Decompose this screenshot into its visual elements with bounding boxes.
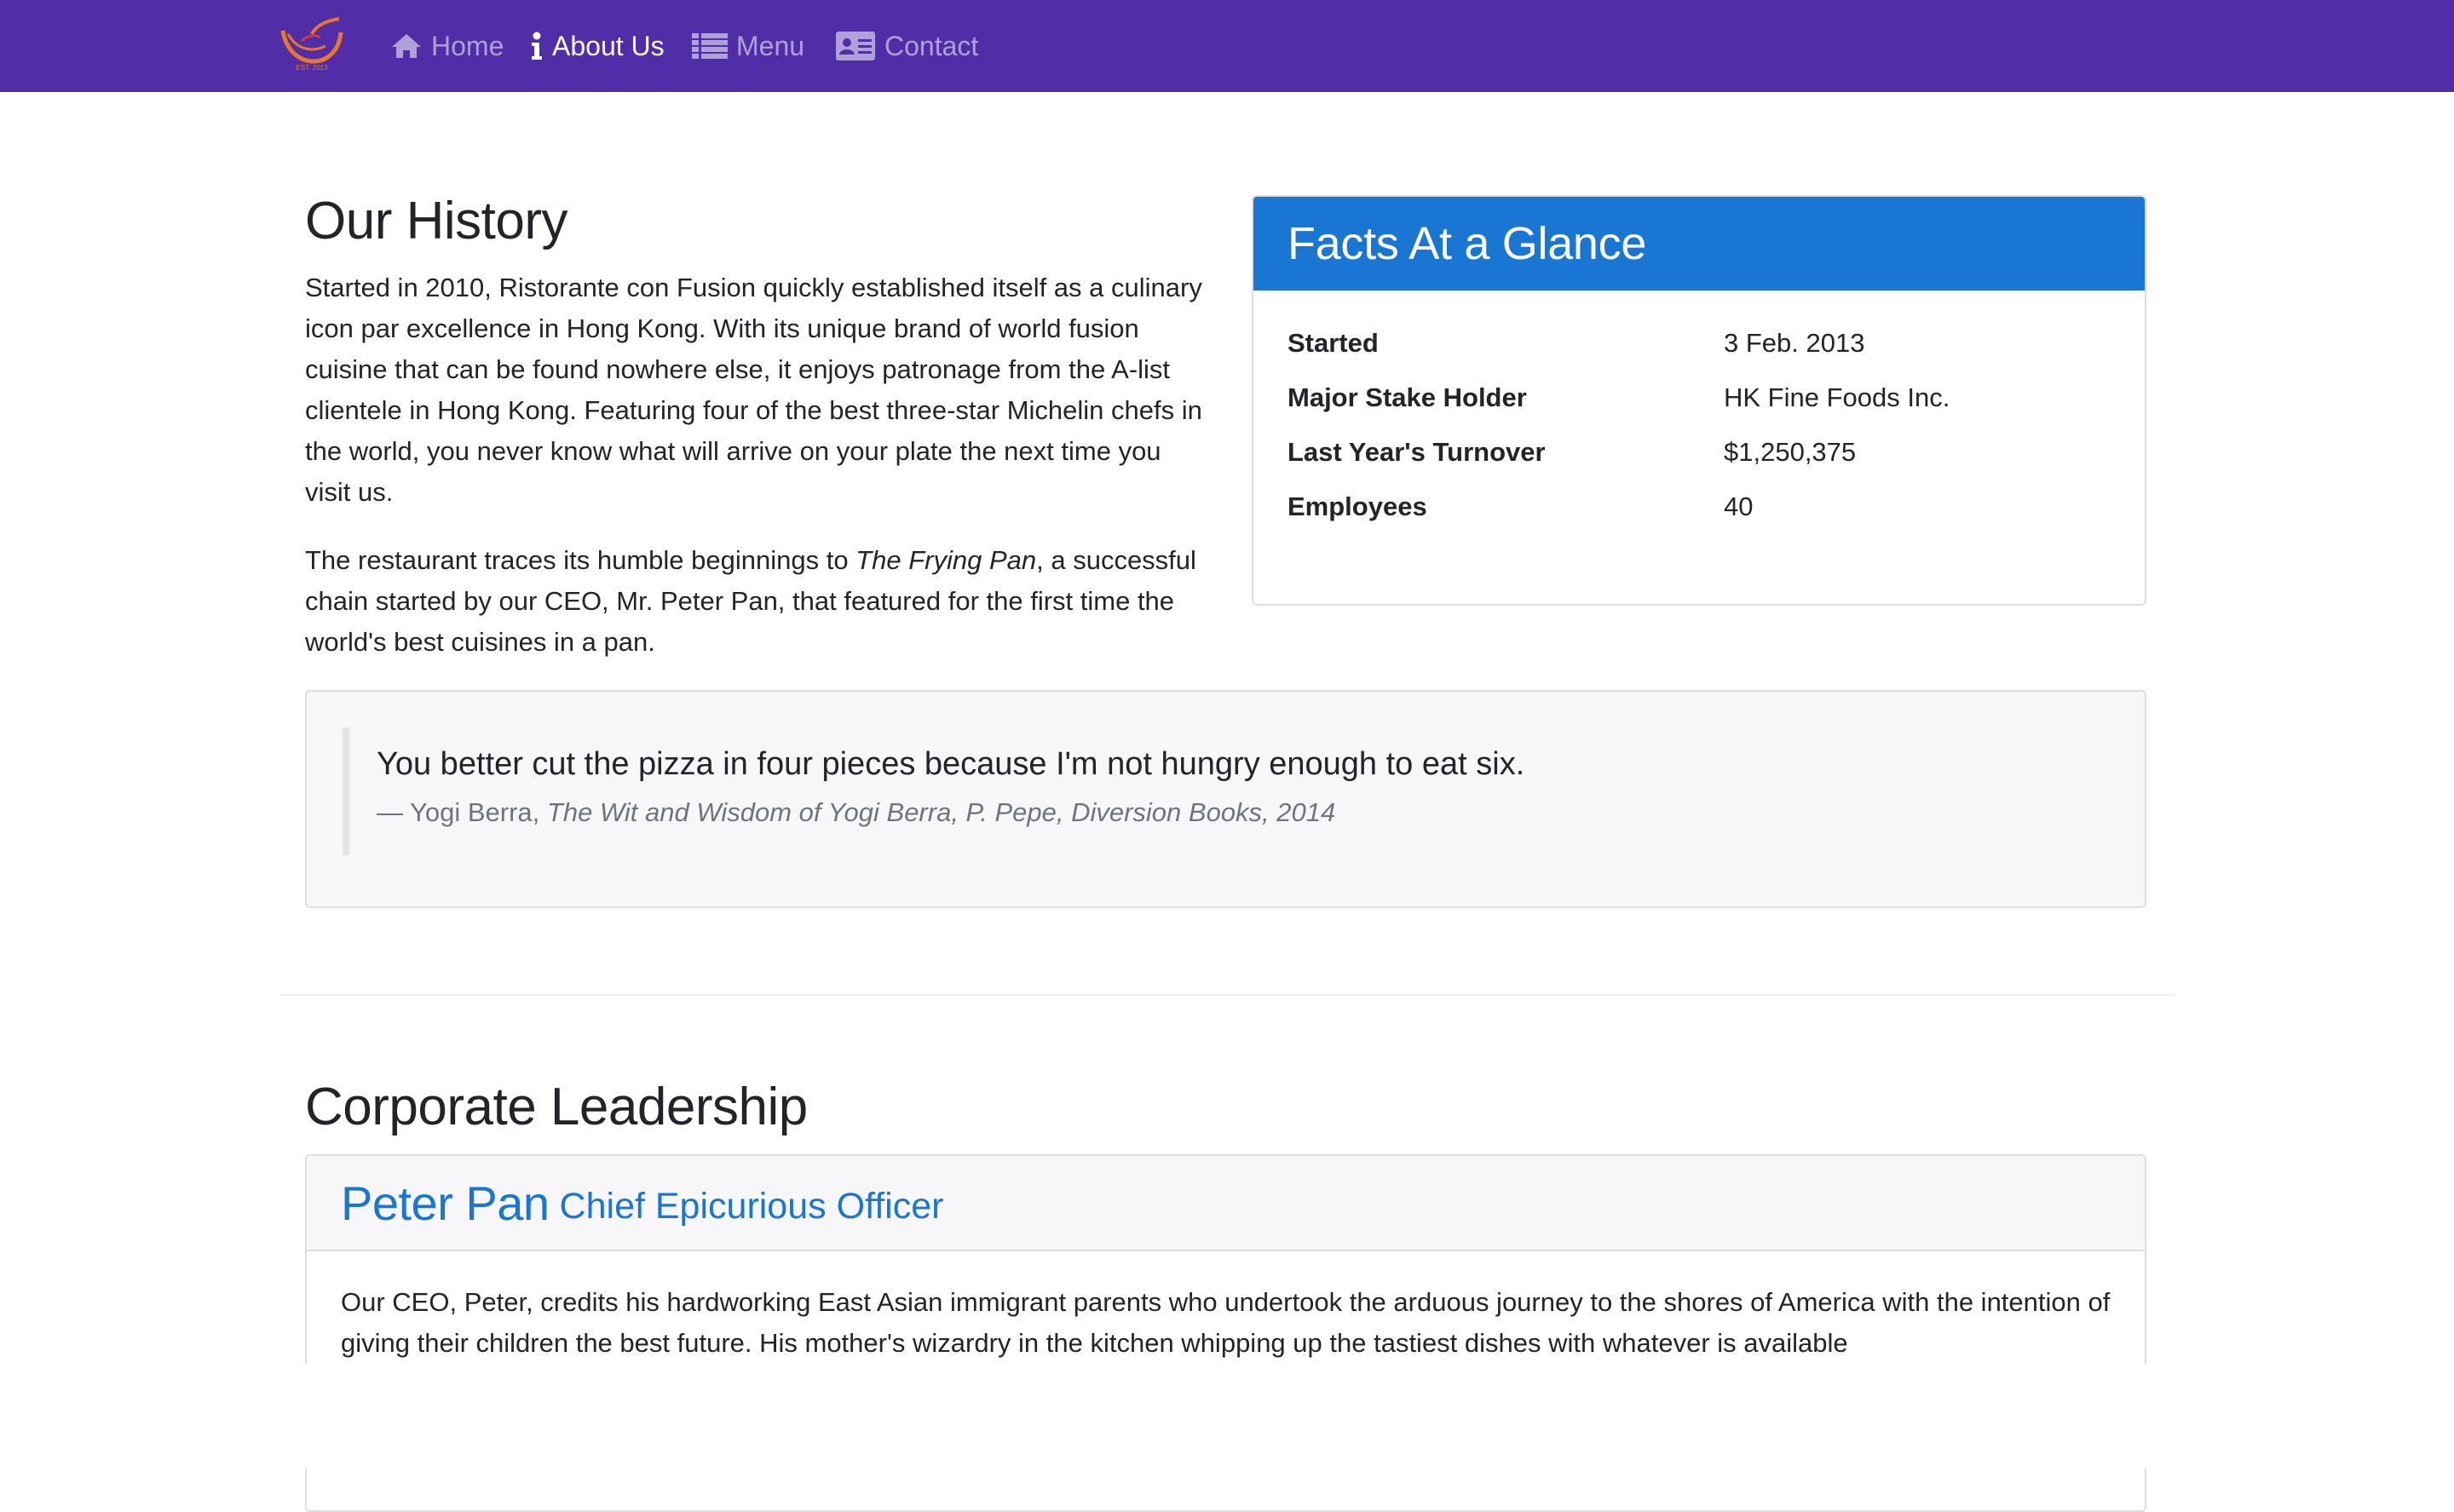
address-card-icon (835, 31, 876, 61)
leader-role: Chief Epicurious Officer (559, 1185, 944, 1227)
restaurant-logo[interactable]: EST. 2013 (278, 15, 346, 73)
nav-label-contact: Contact (884, 30, 979, 61)
quote-author: — Yogi Berra, (377, 797, 547, 827)
info-icon (530, 32, 544, 60)
svg-text:EST. 2013: EST. 2013 (297, 64, 328, 72)
leader-bio: Our CEO, Peter, credits his hardworking … (341, 1287, 2111, 1358)
nav-label-about-us: About Us (552, 30, 665, 61)
home-icon (390, 32, 423, 60)
history-heading: Our History (305, 192, 567, 250)
quote-text: You better cut the pizza in four pieces … (377, 746, 1525, 782)
leader-name: Peter Pan (341, 1176, 550, 1230)
facts-row: Started 3 Feb. 2013 (1287, 328, 2123, 362)
leader-card-header: Peter Pan Chief Epicurious Officer (307, 1156, 2145, 1251)
navbar: EST. 2013 Home About Us Menu Contact (0, 0, 2454, 92)
facts-row: Last Year's Turnover $1,250,375 (1287, 437, 2123, 471)
facts-label: Employees (1287, 492, 1427, 521)
quote-footer: — Yogi Berra, The Wit and Wisdom of Yogi… (377, 797, 1335, 828)
quote-card: You better cut the pizza in four pieces … (305, 690, 2146, 908)
facts-value: $1,250,375 (1724, 437, 1857, 467)
quote-source: The Wit and Wisdom of Yogi Berra, P. Pep… (546, 797, 1336, 827)
nav-label-menu: Menu (736, 30, 805, 61)
history-paragraph-1: Started in 2010, Ristorante con Fusion q… (305, 273, 1202, 507)
list-icon (692, 32, 728, 60)
facts-row: Major Stake Holder HK Fine Foods Inc. (1287, 382, 2123, 417)
facts-card: Facts At a Glance Started 3 Feb. 2013 Ma… (1252, 195, 2146, 606)
blockquote-border (343, 727, 349, 855)
history-paragraph-2-start: The restaurant traces its humble beginni… (305, 545, 856, 575)
facts-label: Major Stake Holder (1287, 382, 1527, 412)
viewport-bottom (0, 1365, 2454, 1469)
facts-card-title: Facts At a Glance (1253, 197, 2145, 290)
facts-value: HK Fine Foods Inc. (1724, 382, 1950, 412)
leadership-heading: Corporate Leadership (305, 1078, 808, 1136)
facts-row: Employees 40 (1287, 492, 2123, 526)
history-frying-pan-title: The Frying Pan (855, 545, 1037, 575)
nav-item-menu[interactable]: Menu (692, 0, 804, 92)
facts-label: Last Year's Turnover (1287, 437, 1546, 467)
section-divider (279, 994, 2175, 996)
history-paragraph-2: The restaurant traces its humble beginni… (305, 540, 1208, 663)
nav-item-home[interactable]: Home (390, 0, 504, 92)
facts-label: Started (1287, 328, 1379, 358)
nav-item-about-us[interactable]: About Us (530, 0, 665, 92)
nav-item-contact[interactable]: Contact (835, 0, 978, 92)
facts-value: 3 Feb. 2013 (1724, 328, 1865, 358)
nav-label-home: Home (431, 30, 504, 61)
facts-value: 40 (1724, 492, 1754, 521)
